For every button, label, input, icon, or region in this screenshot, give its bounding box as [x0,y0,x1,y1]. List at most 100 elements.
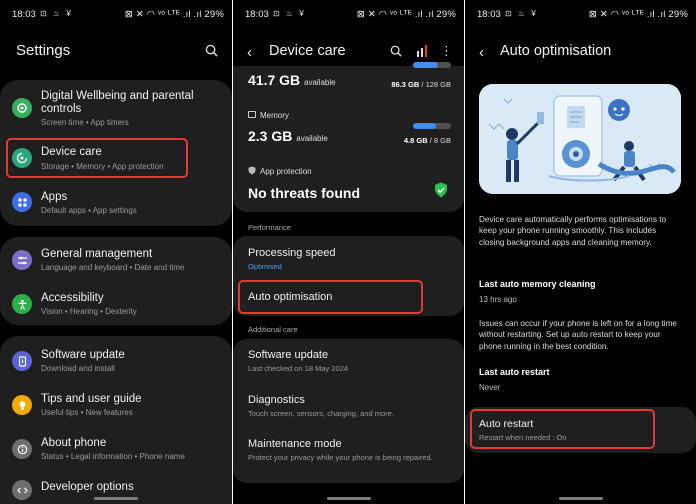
additional-care-header: Additional care [248,325,298,334]
item-label: Tips and user guide [41,393,142,405]
memory-bar [413,123,451,129]
settings-item-digital-wellbeing[interactable]: Digital Wellbeing and parental controls … [0,88,232,134]
search-icon[interactable] [390,45,402,57]
settings-group-3: Software update Download and install Tip… [0,336,232,504]
status-right-icons: ⊠ ✕ ◠ ᵛᵒ ᴸᵀᴱ .ıl .ıl 29% [588,9,688,20]
item-label: Apps [41,191,68,203]
item-subtitle: Language and keyboard • Date and time [41,263,185,272]
status-right-icons: ⊠ ✕ ◠ ᵛᵒ ᴸᵀᴱ .ıl .ıl 29% [356,9,456,20]
settings-item-apps[interactable]: Apps Default apps • App settings [0,188,232,222]
item-subtitle: Status • Legal information • Phone name [41,452,185,461]
back-icon[interactable]: ‹ [479,44,484,61]
nav-handle[interactable] [326,497,371,500]
item-subtitle: Screen time • App timers [41,118,129,127]
memory-usage: 4.8 GB / 8 GB [403,136,451,145]
memory-value: 2.3 GB available [248,128,328,144]
last-memory-cleaning-value: 13 hrs ago [479,295,517,304]
last-memory-cleaning-label: Last auto memory cleaning [479,279,596,289]
auto-restart-description: Issues can occur if your phone is left o… [479,319,677,351]
diagnostics-sub: Touch screen, sensors, charging, and mor… [248,409,394,418]
app-protection-label: App protection [260,167,312,176]
highlight-auto-optimisation [238,280,423,314]
settings-item-tips[interactable]: Tips and user guide Useful tips • New fe… [0,388,232,424]
performance-chart-icon[interactable] [416,44,428,57]
status-time: 18:03 [477,9,501,20]
maintenance-mode-row[interactable]: Maintenance mode Protect your privacy wh… [233,427,464,483]
item-label: Software update [41,349,125,361]
settings-group-2: General management Language and keyboard… [0,237,232,325]
diagnostics-label: Diagnostics [248,394,305,406]
search-icon[interactable] [205,44,218,57]
highlight-device-care [6,138,188,178]
tips-icon [12,395,32,415]
memory-label: Memory [260,111,289,120]
storage-value: 41.7 GB available [248,72,336,88]
diagnostics-row[interactable]: Diagnostics Touch screen, sensors, charg… [233,383,464,427]
storage-bar [413,62,451,68]
settings-item-about-phone[interactable]: About phone Status • Legal information •… [0,432,232,468]
status-time: 18:03 [12,9,36,20]
item-subtitle: Vision • Hearing • Dexterity [41,307,137,316]
maintenance-mode-sub: Protect your privacy while your phone is… [248,453,433,462]
item-label: General management [41,248,153,260]
settings-panel: 18:03 ⊡ ♨ ¥ ⊠ ✕ ◠ ᵛᵒ ᴸᵀᴱ .ıl .ıl 29% Set… [0,0,232,504]
status-bar: 18:03 ⊡ ♨ ¥ ⊠ ✕ ◠ ᵛᵒ ᴸᵀᴱ .ıl .ıl 29% [465,0,696,26]
item-subtitle: Default apps • App settings [41,206,137,215]
app-protection-value: No threats found [248,185,360,201]
general-management-icon [12,250,32,270]
last-auto-restart-label: Last auto restart [479,367,550,377]
status-left-icons: ⊡ ♨ ¥ [40,9,73,18]
item-label: Developer options [41,481,134,493]
software-update-label: Software update [248,349,329,361]
software-update-icon [12,351,32,371]
optimisation-illustration [479,84,681,194]
auto-optimisation-panel: 18:03 ⊡ ♨ ¥ ⊠ ✕ ◠ ᵛᵒ ᴸᵀᴱ .ıl .ıl 29% ‹ A… [465,0,696,504]
device-care-status-card: 41.7 GB available 86.3 GB / 128 GB Memor… [233,62,464,212]
performance-header: Performance [248,223,291,232]
storage-usage: 86.3 GB / 128 GB [391,80,451,89]
highlight-auto-restart [470,409,655,449]
settings-item-accessibility[interactable]: Accessibility Vision • Hearing • Dexteri… [0,287,232,323]
developer-options-icon [12,480,32,500]
status-time: 18:03 [245,9,269,20]
item-label: Accessibility [41,292,104,304]
back-icon[interactable]: ‹ [247,44,252,61]
last-auto-restart-value: Never [479,383,501,392]
shield-check-icon [435,182,447,198]
status-bar: 18:03 ⊡ ♨ ¥ ⊠ ✕ ◠ ᵛᵒ ᴸᵀᴱ .ıl .ıl 29% [0,0,232,26]
shield-small-icon [248,166,256,175]
item-subtitle: Useful tips • New features [41,408,133,417]
memory-bar-fill [413,123,436,129]
apps-icon [12,192,32,212]
accessibility-icon [12,294,32,314]
status-right-icons: ⊠ ✕ ◠ ᵛᵒ ᴸᵀᴱ .ıl .ıl 29% [124,9,224,20]
auto-optimisation-description: Device care automatically performs optim… [479,215,667,247]
page-title: Auto optimisation [500,43,612,59]
software-update-row[interactable]: Software update Last checked on 18 May 2… [233,339,464,383]
page-title: Settings [16,42,71,59]
nav-handle[interactable] [558,497,603,500]
settings-item-software-update[interactable]: Software update Download and install [0,344,232,380]
wellbeing-icon [12,98,32,118]
illustration-graphic [479,84,681,194]
page-title: Device care [269,43,346,59]
processing-speed-label: Processing speed [248,247,336,259]
processing-speed-status: Optimised [248,262,282,271]
additional-care-card: Software update Last checked on 18 May 2… [233,339,464,483]
status-bar: 18:03 ⊡ ♨ ¥ ⊠ ✕ ◠ ᵛᵒ ᴸᵀᴱ .ıl .ıl 29% [233,0,464,26]
settings-item-general-management[interactable]: General management Language and keyboard… [0,243,232,279]
software-update-sub: Last checked on 18 May 2024 [248,364,349,373]
maintenance-mode-label: Maintenance mode [248,438,342,450]
storage-bar-fill [413,62,439,68]
item-label: About phone [41,437,107,449]
item-subtitle: Download and install [41,364,115,373]
item-label: Digital Wellbeing and parental controls [41,90,194,115]
nav-handle[interactable] [94,497,138,500]
processing-speed-row[interactable]: Processing speed Optimised [233,236,464,274]
memory-icon [248,111,256,118]
status-left-icons: ⊡ ♨ ¥ [273,9,306,18]
more-options-icon[interactable]: ⋮ [440,43,453,59]
about-phone-icon [12,439,32,459]
device-care-panel: 18:03 ⊡ ♨ ¥ ⊠ ✕ ◠ ᵛᵒ ᴸᵀᴱ .ıl .ıl 29% ‹ D… [233,0,464,504]
status-left-icons: ⊡ ♨ ¥ [505,9,538,18]
